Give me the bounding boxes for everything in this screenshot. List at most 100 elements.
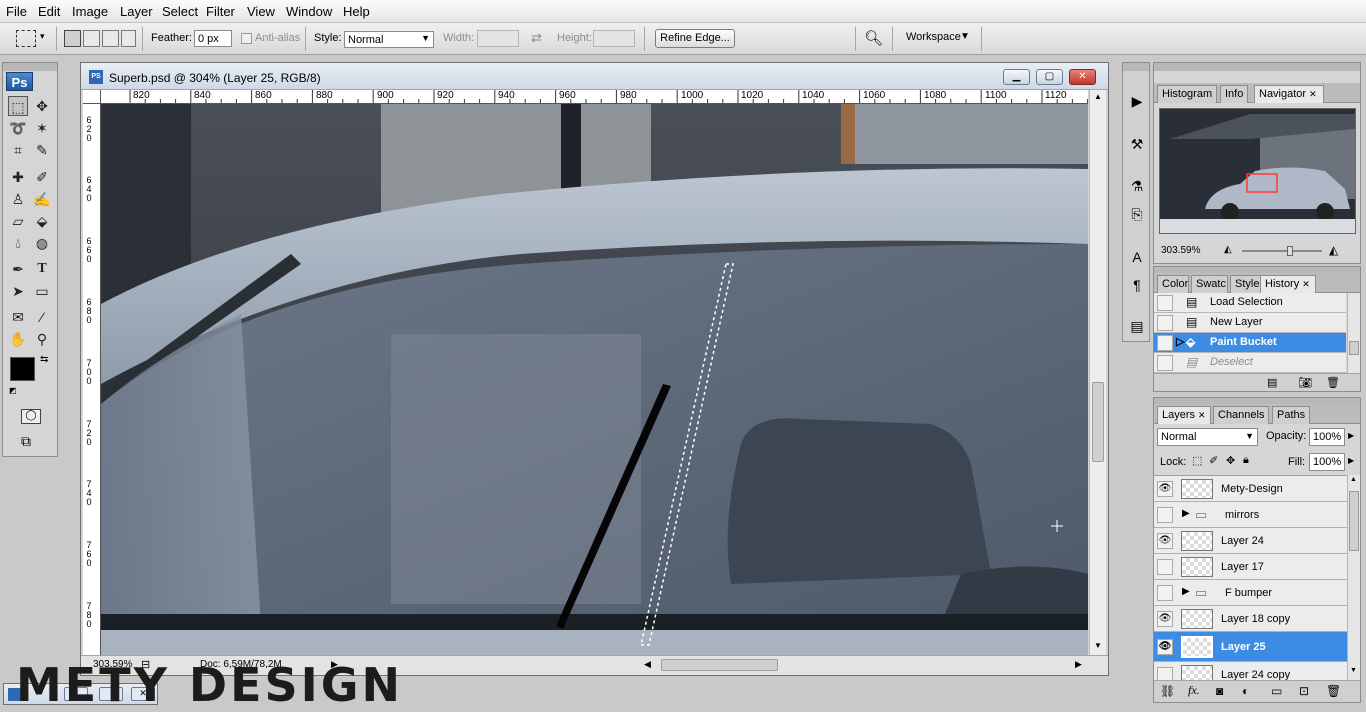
add-mask-icon[interactable]: ◙ — [1216, 684, 1223, 698]
width-input[interactable] — [477, 30, 519, 47]
path-selection-tool-icon[interactable]: ➤ — [8, 281, 28, 301]
image-canvas[interactable] — [101, 104, 1088, 655]
maximize-button[interactable]: ▢ — [1036, 69, 1063, 85]
opacity-input[interactable]: 100% — [1309, 428, 1345, 446]
swap-colors-icon[interactable]: ⇆ — [40, 354, 48, 365]
feather-input[interactable]: 0 px — [194, 30, 232, 47]
healing-brush-tool-icon[interactable]: ✚ — [8, 167, 28, 187]
hand-tool-icon[interactable]: ✋ — [8, 329, 28, 349]
tab-channels[interactable]: Channels — [1213, 406, 1270, 424]
tab-histogram[interactable]: Histogram — [1157, 85, 1218, 103]
foreground-color-swatch[interactable] — [10, 357, 35, 381]
pen-tool-icon[interactable]: ✒ — [8, 259, 28, 279]
zoom-out-icon[interactable]: ◭ — [1224, 244, 1232, 255]
close-icon[interactable]: ✕ — [1302, 279, 1310, 289]
scroll-down-arrow-icon[interactable]: ▼ — [1350, 667, 1357, 674]
scroll-thumb[interactable] — [1349, 341, 1359, 355]
history-item[interactable]: ▤ Load Selection — [1154, 293, 1346, 313]
scroll-thumb[interactable] — [1349, 491, 1359, 551]
scroll-left-arrow-icon[interactable]: ◀ — [644, 659, 651, 670]
layer-row[interactable]: 👁︎ Mety-Design — [1154, 476, 1347, 502]
dodge-tool-icon[interactable]: ◍ — [32, 233, 52, 253]
intersect-selection-icon[interactable] — [121, 30, 136, 47]
eye-icon[interactable]: 👁︎ — [1157, 533, 1173, 549]
expand-triangle-icon[interactable]: ▶ — [1182, 508, 1190, 519]
clone-source-icon[interactable]: ⎘ — [1127, 203, 1147, 225]
marquee-tool-preset-icon[interactable] — [16, 30, 36, 47]
history-scrollbar[interactable] — [1347, 293, 1360, 373]
menu-help[interactable]: Help — [343, 4, 370, 19]
actions-icon[interactable]: ▶ — [1127, 90, 1147, 112]
character-icon[interactable]: A — [1127, 246, 1147, 268]
link-layers-icon[interactable]: ⛓︎ — [1160, 684, 1175, 698]
eye-icon[interactable]: 👁︎ — [1157, 481, 1173, 497]
tab-paths[interactable]: Paths — [1272, 406, 1311, 424]
horizontal-scroll-thumb[interactable] — [661, 659, 778, 671]
eyedropper-tool-icon[interactable]: ⁄ — [32, 307, 52, 327]
crop-tool-icon[interactable]: ⌗ — [8, 140, 28, 160]
fill-input[interactable]: 100% — [1309, 453, 1345, 471]
scroll-up-arrow-icon[interactable]: ▲ — [1350, 476, 1357, 483]
menu-image[interactable]: Image — [72, 4, 108, 19]
history-item-selected[interactable]: ▷ ⬙ Paint Bucket — [1154, 333, 1346, 353]
lock-all-icon[interactable]: 🔒︎ — [1243, 454, 1249, 467]
move-tool-icon[interactable]: ✥ — [32, 96, 52, 116]
refine-edge-button[interactable]: Refine Edge... — [655, 29, 735, 48]
visibility-box[interactable] — [1157, 667, 1173, 680]
shape-tool-icon[interactable]: ▭ — [32, 281, 52, 301]
layer-row-selected[interactable]: 👁︎ Layer 25 — [1154, 632, 1347, 662]
zoom-tool-icon[interactable]: ⚲ — [32, 329, 52, 349]
tool-presets-icon[interactable]: ⚒ — [1127, 133, 1147, 155]
zoom-slider-thumb[interactable] — [1287, 246, 1293, 256]
eye-icon[interactable]: 👁︎ — [1157, 639, 1173, 655]
visibility-box[interactable] — [1157, 507, 1173, 523]
tab-styles[interactable]: Styles — [1230, 275, 1263, 293]
visibility-box[interactable] — [1157, 559, 1173, 575]
minimize-button[interactable]: ▁ — [1003, 69, 1030, 85]
blend-mode-select[interactable]: Normal ▼ — [1157, 428, 1258, 446]
style-select[interactable]: Normal ▼ — [344, 31, 434, 48]
history-brush-source-box[interactable] — [1157, 295, 1173, 311]
layer-row[interactable]: 👁︎ Layer 24 — [1154, 528, 1347, 554]
blur-tool-icon[interactable]: 💧︎ — [8, 233, 28, 253]
layer-row[interactable]: Layer 24 copy — [1154, 662, 1347, 680]
dock-grip[interactable] — [1123, 63, 1149, 71]
scroll-down-arrow-icon[interactable]: ▼ — [1094, 641, 1102, 650]
history-item[interactable]: ▤ New Layer — [1154, 313, 1346, 333]
swap-icon[interactable]: ⇄ — [531, 30, 542, 46]
history-brush-source-box[interactable] — [1157, 335, 1173, 351]
menu-edit[interactable]: Edit — [38, 4, 60, 19]
slice-tool-icon[interactable]: ✎ — [32, 140, 52, 160]
zoom-slider[interactable] — [1242, 250, 1322, 252]
lasso-tool-icon[interactable]: ➰ — [8, 118, 28, 138]
lock-transparency-icon[interactable]: ⬚ — [1192, 454, 1202, 467]
rectangular-marquee-tool-icon[interactable]: ⬚ — [8, 96, 28, 116]
tab-history[interactable]: History ✕ — [1260, 275, 1316, 293]
scroll-thumb[interactable] — [1092, 382, 1104, 462]
eye-icon[interactable]: 👁︎ — [1157, 611, 1173, 627]
clone-stamp-tool-icon[interactable]: ♙ — [8, 189, 28, 209]
screen-mode-icon[interactable]: ⧉ — [21, 433, 45, 449]
subtract-selection-icon[interactable] — [102, 30, 119, 47]
close-button[interactable]: ✕ — [1069, 69, 1096, 85]
new-selection-icon[interactable] — [64, 30, 81, 47]
default-colors-icon[interactable]: ◩ — [9, 386, 17, 395]
new-document-from-state-icon[interactable]: ▤ — [1267, 376, 1277, 389]
workspace-menu[interactable]: Workspace — [906, 31, 961, 43]
scroll-up-arrow-icon[interactable]: ▲ — [1094, 92, 1102, 101]
vertical-scrollbar[interactable]: ▲ ▼ — [1089, 90, 1106, 655]
type-tool-icon[interactable]: T — [32, 259, 52, 279]
ps-logo[interactable]: Ps — [6, 72, 33, 91]
menu-select[interactable]: Select — [162, 4, 198, 19]
tab-info[interactable]: Info — [1220, 85, 1249, 103]
document-titlebar[interactable]: PS Superb.psd @ 304% (Layer 25, RGB/8) ▁… — [81, 63, 1108, 90]
expand-triangle-icon[interactable]: ▶ — [1182, 586, 1190, 597]
history-brush-source-box[interactable] — [1157, 355, 1173, 371]
menu-view[interactable]: View — [247, 4, 275, 19]
eraser-tool-icon[interactable]: ▱ — [8, 211, 28, 231]
trash-icon[interactable]: 🗑︎ — [1326, 684, 1341, 698]
magic-wand-tool-icon[interactable]: ✶ — [32, 118, 52, 138]
quick-mask-icon[interactable]: ◯ — [21, 409, 41, 424]
history-item-undone[interactable]: ▤ Deselect — [1154, 353, 1346, 373]
layer-group-row[interactable]: ▶ ▭ F bumper — [1154, 580, 1347, 606]
